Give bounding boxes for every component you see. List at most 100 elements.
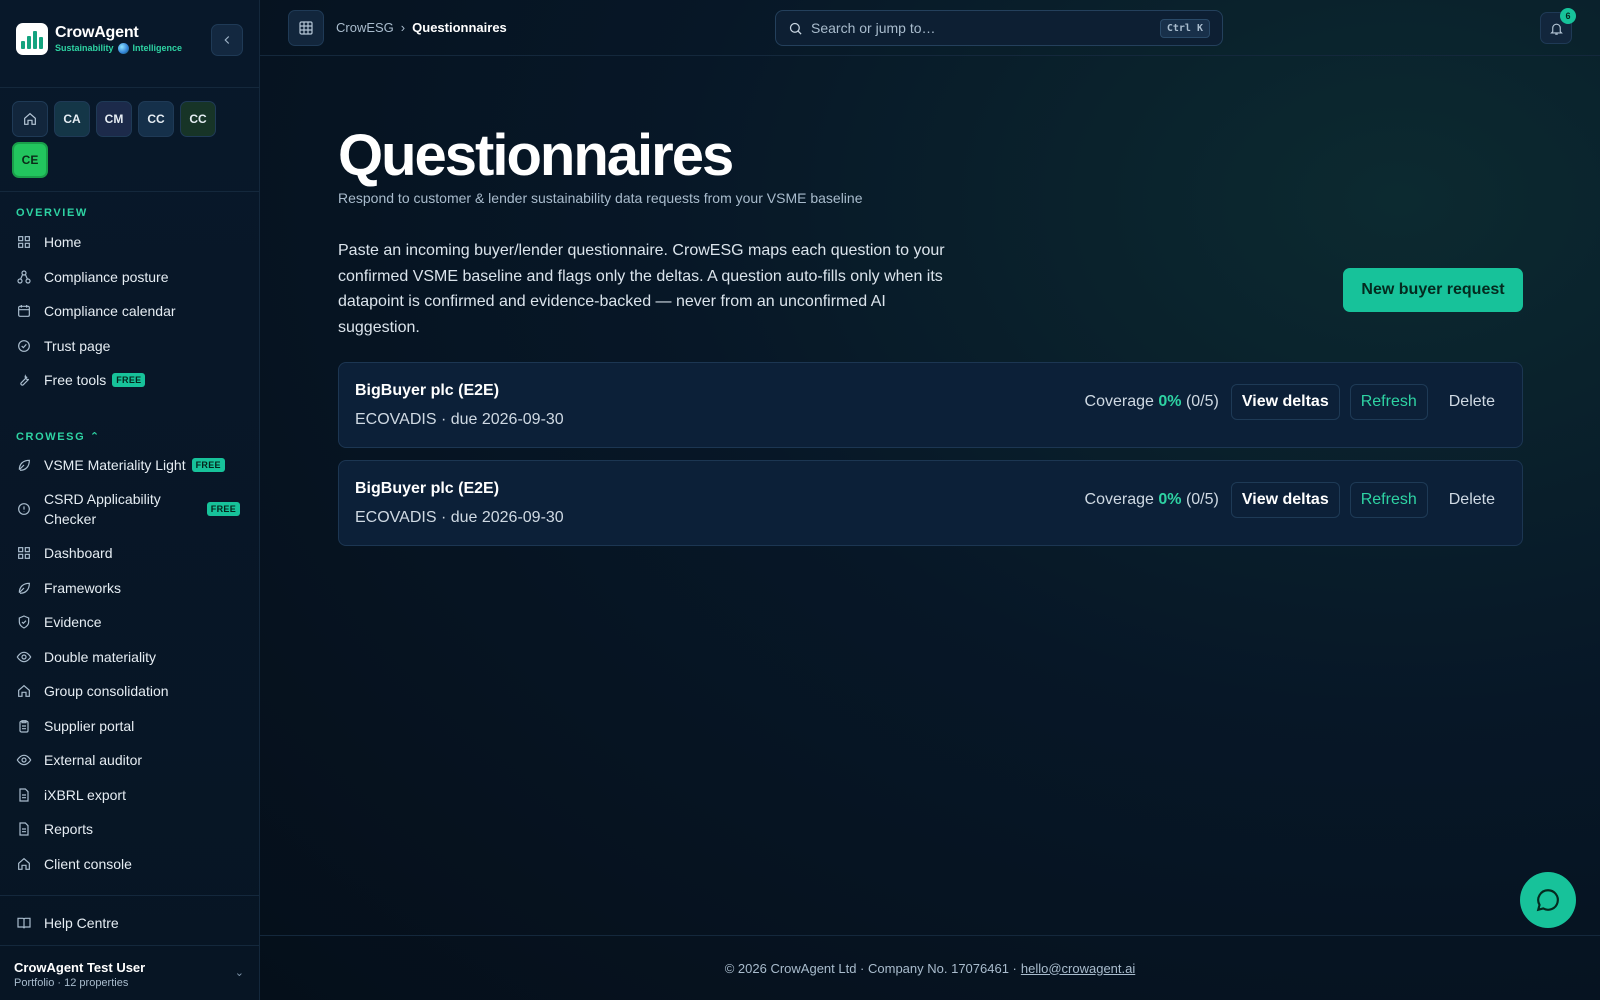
collapse-sidebar-button[interactable]	[211, 24, 243, 56]
grid-icon	[16, 234, 44, 250]
app-grid-button[interactable]	[288, 10, 324, 46]
delete-button[interactable]: Delete	[1438, 482, 1506, 518]
free-badge: FREE	[206, 502, 240, 516]
request-title: BigBuyer plc (E2E)	[355, 480, 500, 497]
workspace-cc-2[interactable]: CC	[180, 101, 216, 137]
nav-free-tools[interactable]: Free tools FREE	[16, 366, 244, 394]
nav-ixbrl-export[interactable]: iXBRL export	[16, 781, 244, 809]
section-label-overview: OVERVIEW	[16, 207, 88, 219]
brand-logo	[16, 23, 48, 55]
search-icon	[789, 22, 802, 35]
brand-name: CrowAgent	[55, 24, 139, 41]
refresh-button[interactable]: Refresh	[1349, 482, 1428, 518]
eye-icon	[16, 649, 44, 665]
brand-tagline: Sustainability Intelligence	[55, 42, 183, 54]
nav-supplier-portal[interactable]: Supplier portal	[16, 712, 244, 740]
coverage-indicator: Coverage 0% (0/5)	[1084, 393, 1219, 410]
leaf-icon	[16, 580, 44, 596]
user-portfolio: Portfolio · 12 properties	[14, 977, 129, 989]
notification-count-badge: 6	[1560, 8, 1576, 24]
app-grid-icon	[299, 21, 313, 35]
breadcrumb: CrowESG › Questionnaires	[336, 20, 507, 35]
nav-client-console[interactable]: Client console	[16, 850, 244, 878]
breadcrumb-current: Questionnaires	[412, 20, 507, 35]
workspace-ca[interactable]: CA	[54, 101, 90, 137]
user-name: CrowAgent Test User	[14, 960, 146, 975]
grid-icon	[16, 545, 44, 561]
request-title: BigBuyer plc (E2E)	[355, 382, 500, 399]
notifications-button[interactable]: 6	[1540, 8, 1576, 44]
search-bar[interactable]: Ctrl K	[775, 10, 1223, 46]
nav-compliance-calendar[interactable]: Compliance calendar	[16, 297, 244, 325]
keyboard-shortcut-hint: Ctrl K	[1159, 18, 1210, 38]
nav-reports[interactable]: Reports	[16, 815, 244, 843]
footer: © 2026 CrowAgent Ltd · Company No. 17076…	[260, 935, 1600, 1000]
document-icon	[16, 787, 44, 803]
divider	[0, 87, 260, 88]
nav-help-centre[interactable]: Help Centre	[16, 909, 244, 937]
page-intro: Paste an incoming buyer/lender questionn…	[338, 242, 945, 336]
alert-circle-icon	[16, 501, 44, 517]
divider	[0, 895, 260, 896]
view-deltas-button[interactable]: View deltas	[1230, 482, 1340, 518]
chevron-down-icon: ⌄	[234, 967, 244, 979]
page-title: Questionnaires	[338, 123, 734, 188]
nav-compliance-posture[interactable]: Compliance posture	[16, 263, 244, 291]
shield-check-icon	[16, 614, 44, 630]
sidebar: CrowAgent Sustainability Intelligence CA…	[0, 0, 260, 1000]
home-icon	[24, 112, 36, 125]
chevron-left-icon	[224, 36, 230, 44]
view-deltas-button[interactable]: View deltas	[1230, 384, 1340, 420]
breadcrumb-crowesg[interactable]: CrowESG	[336, 20, 394, 35]
chat-bubble-icon	[1536, 889, 1559, 912]
nav-group-consolidation[interactable]: Group consolidation	[16, 677, 244, 705]
free-badge: FREE	[112, 373, 146, 387]
document-icon	[16, 821, 44, 837]
user-menu[interactable]: CrowAgent Test User Portfolio · 12 prope…	[14, 960, 244, 989]
section-label-crowesg[interactable]: CROWESG ⌃	[16, 430, 101, 443]
workspace-cc-1[interactable]: CC	[138, 101, 174, 137]
leaf-icon	[16, 457, 44, 473]
workspace-ce-active[interactable]: CE	[12, 142, 48, 178]
coverage-indicator: Coverage 0% (0/5)	[1084, 491, 1219, 508]
nav-dashboard[interactable]: Dashboard	[16, 539, 244, 567]
new-buyer-request-button[interactable]: New buyer request	[1343, 268, 1523, 312]
footer-email-link[interactable]: hello@crowagent.ai	[1021, 961, 1135, 976]
building-icon	[16, 856, 44, 872]
check-circle-icon	[16, 338, 44, 354]
topbar: CrowESG › Questionnaires Ctrl K 6	[260, 0, 1600, 56]
breadcrumb-separator: ›	[400, 20, 406, 35]
request-card: BigBuyer plc (E2E) ECOVADIS · due 2026-0…	[338, 460, 1523, 546]
request-card: BigBuyer plc (E2E) ECOVADIS · due 2026-0…	[338, 362, 1523, 448]
main-content: CrowESG › Questionnaires Ctrl K 6 Questi…	[260, 0, 1600, 1000]
eye-icon	[16, 752, 44, 768]
chat-button[interactable]	[1520, 872, 1576, 928]
wrench-icon	[16, 372, 44, 388]
divider	[0, 945, 260, 946]
nav-vsme-materiality-light[interactable]: VSME Materiality Light FREE	[16, 451, 244, 479]
nav-frameworks[interactable]: Frameworks	[16, 574, 244, 602]
nav-csrd-applicability-checker[interactable]: CSRD Applicability Checker FREE	[16, 487, 244, 531]
globe-icon	[117, 42, 129, 54]
request-meta: ECOVADIS · due 2026-09-30	[355, 509, 564, 526]
workspace-cm[interactable]: CM	[96, 101, 132, 137]
bell-icon	[1549, 23, 1563, 35]
refresh-button[interactable]: Refresh	[1349, 384, 1428, 420]
network-icon	[16, 269, 44, 285]
building-icon	[16, 683, 44, 699]
nav-home[interactable]: Home	[16, 228, 244, 256]
nav-trust-page[interactable]: Trust page	[16, 332, 244, 360]
request-meta: ECOVADIS · due 2026-09-30	[355, 411, 564, 428]
nav-evidence[interactable]: Evidence	[16, 608, 244, 636]
free-badge: FREE	[191, 458, 225, 472]
workspace-switcher: CA CM CC CC	[12, 101, 216, 137]
nav-double-materiality[interactable]: Double materiality	[16, 643, 244, 671]
calendar-icon	[16, 303, 44, 319]
nav-external-auditor[interactable]: External auditor	[16, 746, 244, 774]
delete-button[interactable]: Delete	[1438, 384, 1506, 420]
divider	[0, 191, 260, 192]
workspace-home[interactable]	[12, 101, 48, 137]
search-input[interactable]	[811, 20, 1160, 36]
page-subtitle: Respond to customer & lender sustainabil…	[338, 190, 863, 206]
brand[interactable]: CrowAgent Sustainability Intelligence	[16, 22, 182, 56]
